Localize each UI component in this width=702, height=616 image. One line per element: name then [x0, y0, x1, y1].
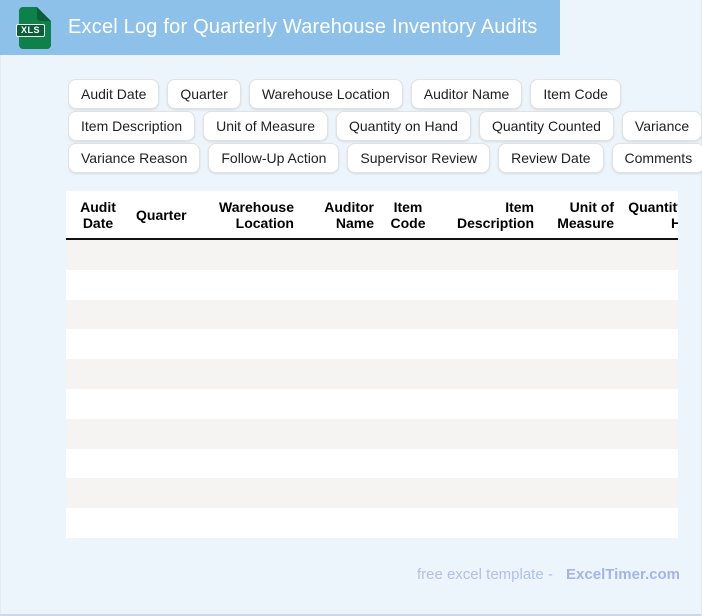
chip-follow-up-action[interactable]: Follow-Up Action [208, 143, 340, 173]
chip-warehouse-location[interactable]: Warehouse Location [248, 79, 403, 109]
col-header-unit-of-measure: Unit of Measure [557, 198, 614, 231]
table-row [66, 299, 678, 330]
table-row [66, 508, 678, 538]
chip-item-description[interactable]: Item Description [68, 111, 196, 141]
col-header-quantity-on-hand: Quantity on Hand [628, 198, 678, 231]
chip-review-date[interactable]: Review Date [498, 143, 604, 173]
chip-comments[interactable]: Comments [611, 143, 702, 173]
col-header-quarter: Quarter [136, 206, 187, 223]
chip-quantity-on-hand[interactable]: Quantity on Hand [335, 111, 471, 141]
footer-brand-link[interactable]: ExcelTimer.com [566, 566, 680, 583]
col-header-warehouse-location: Warehouse Location [219, 198, 294, 231]
table-row [66, 448, 678, 479]
table-row [66, 478, 678, 509]
table-row [66, 329, 678, 360]
chip-variance[interactable]: Variance [621, 111, 702, 141]
chip-row-1: Audit Date Quarter Warehouse Location Au… [68, 79, 702, 109]
chip-row-2: Item Description Unit of Measure Quantit… [68, 111, 702, 141]
file-fold-corner-icon [37, 6, 51, 21]
col-header-audit-date: Audit Date [80, 198, 116, 231]
chip-item-code[interactable]: Item Code [530, 79, 621, 109]
chip-auditor-name[interactable]: Auditor Name [410, 79, 523, 109]
chip-quarter[interactable]: Quarter [167, 79, 241, 109]
app-header: XLS Excel Log for Quarterly Warehouse In… [0, 0, 560, 55]
table-header-row: Audit Date Quarter Warehouse Location Au… [66, 191, 678, 240]
table-row [66, 418, 678, 449]
chip-supervisor-review[interactable]: Supervisor Review [347, 143, 491, 173]
spreadsheet-preview: Audit Date Quarter Warehouse Location Au… [66, 191, 678, 538]
chip-variance-reason[interactable]: Variance Reason [68, 143, 201, 173]
table-row [66, 240, 678, 270]
footer-text: free excel template - [416, 566, 553, 583]
page: XLS Excel Log for Quarterly Warehouse In… [0, 0, 702, 616]
table-row [66, 388, 678, 419]
col-header-auditor-name: Auditor Name [324, 198, 374, 231]
chip-row-3: Variance Reason Follow-Up Action Supervi… [68, 143, 702, 173]
xls-badge: XLS [16, 23, 46, 38]
field-chip-list: Audit Date Quarter Warehouse Location Au… [68, 79, 702, 175]
table-body [66, 240, 678, 538]
table-row [66, 359, 678, 389]
col-header-item-description: Item Description [456, 198, 534, 231]
table-row [66, 269, 678, 300]
chip-unit-of-measure[interactable]: Unit of Measure [203, 111, 328, 141]
xls-file-icon: XLS [16, 6, 51, 49]
page-title: Excel Log for Quarterly Warehouse Invent… [68, 16, 538, 38]
footer: free excel template - ExcelTimer.com [417, 566, 680, 583]
col-header-item-code: Item Code [390, 198, 426, 231]
chip-quantity-counted[interactable]: Quantity Counted [478, 111, 614, 141]
chip-audit-date[interactable]: Audit Date [68, 79, 160, 109]
